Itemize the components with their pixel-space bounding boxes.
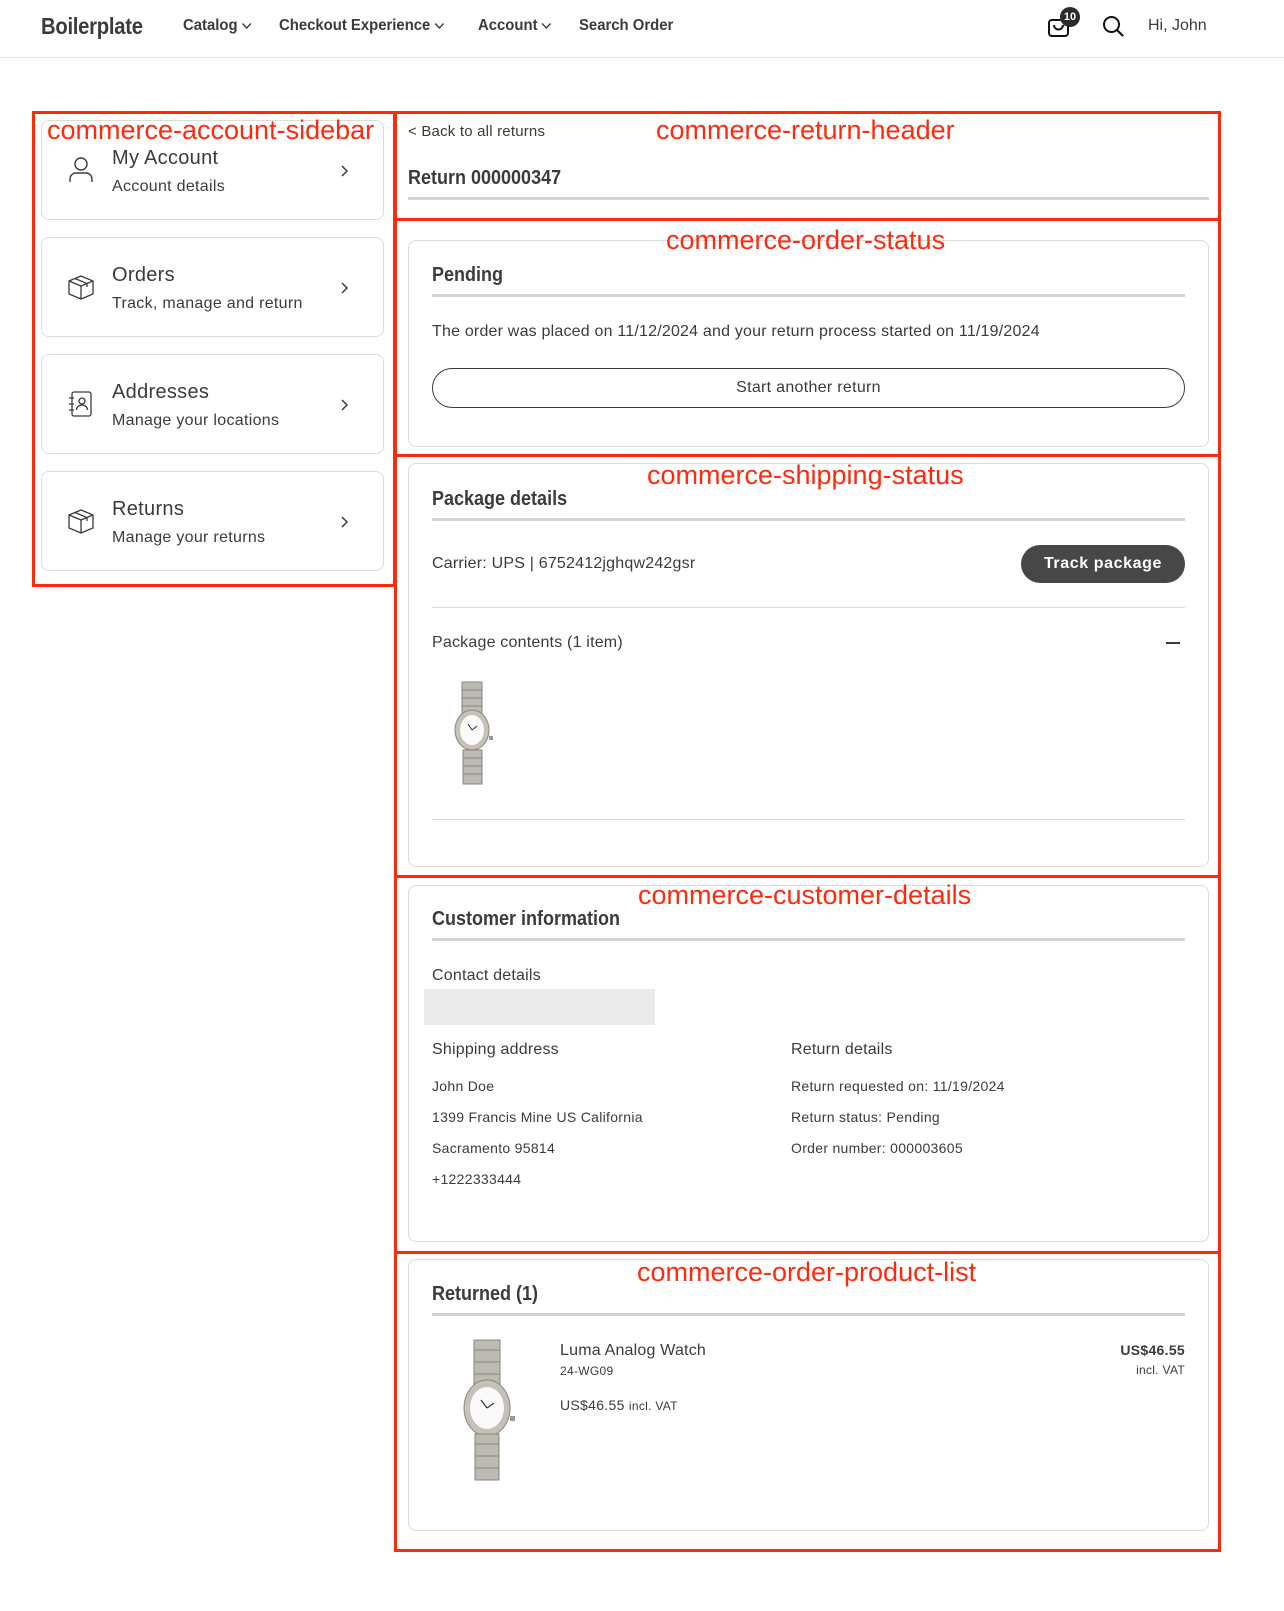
section-divider — [432, 294, 1185, 297]
chevron-right-icon — [341, 165, 349, 177]
divider — [432, 819, 1185, 820]
section-divider — [432, 938, 1185, 941]
contact-details-label: Contact details — [432, 967, 541, 984]
order-status-card — [408, 240, 1209, 447]
user-icon — [69, 157, 93, 182]
sidebar-item-subtitle: Track, manage and return — [112, 295, 303, 312]
chevron-right-icon — [341, 399, 349, 411]
annotation-label: commerce-customer-details — [638, 880, 972, 910]
return-details-line: Order number: 000003605 — [791, 1140, 963, 1156]
product-thumbnail-watch[interactable] — [448, 680, 498, 786]
product-price-value: US$46.55 — [560, 1397, 625, 1413]
sidebar-item-subtitle: Manage your returns — [112, 529, 266, 546]
return-details-label: Return details — [791, 1041, 893, 1058]
return-title: Return 000000347 — [408, 167, 562, 189]
section-divider — [432, 518, 1185, 521]
annotation-label: commerce-account-sidebar — [47, 115, 375, 145]
annotation-label: commerce-shipping-status — [647, 460, 964, 490]
order-status-message: The order was placed on 11/12/2024 and y… — [432, 323, 1040, 340]
annotation-label: commerce-order-product-list — [637, 1257, 977, 1287]
chevron-right-icon — [341, 282, 349, 294]
product-sku: 24-WG09 — [560, 1364, 614, 1378]
sidebar-item-title: Returns — [112, 498, 185, 520]
carrier-tracking-info: Carrier: UPS | 6752412jghqw242gsr — [432, 555, 696, 572]
track-package-button[interactable]: Track package — [1021, 545, 1185, 583]
contact-details-placeholder — [424, 989, 655, 1025]
sidebar-item-title: My Account — [112, 147, 219, 169]
nav-search-order[interactable]: Search Order — [579, 17, 673, 35]
nav-search-order-label: Search Order — [579, 17, 674, 34]
site-header: Boilerplate Catalog Checkout Experience … — [0, 0, 1284, 58]
search-icon[interactable] — [1102, 15, 1124, 37]
divider — [432, 607, 1185, 608]
user-greeting[interactable]: Hi, John — [1148, 17, 1207, 35]
product-total-suffix: incl. VAT — [1136, 1363, 1185, 1377]
product-name[interactable]: Luma Analog Watch — [560, 1342, 706, 1360]
nav-catalog[interactable]: Catalog — [183, 17, 252, 35]
order-status-heading: Pending — [432, 264, 504, 286]
shipping-address-line: +1222333444 — [432, 1171, 522, 1187]
brand-logo[interactable]: Boilerplate — [41, 13, 143, 40]
box-icon — [68, 509, 94, 534]
nav-checkout-experience[interactable]: Checkout Experience — [279, 17, 444, 35]
shipping-address-line: 1399 Francis Mine US California — [432, 1109, 643, 1125]
product-price-suffix: incl. VAT — [628, 1399, 678, 1413]
returned-heading: Returned (1) — [432, 1283, 539, 1305]
return-details-line: Return status: Pending — [791, 1109, 941, 1125]
product-image-watch[interactable] — [460, 1338, 518, 1482]
main-nav: Catalog Checkout Experience Account Sear… — [183, 17, 681, 35]
product-price: US$46.55 incl. VAT — [560, 1397, 678, 1413]
section-divider — [432, 1313, 1185, 1316]
sidebar-item-addresses[interactable]: Addresses Manage your locations — [41, 354, 384, 454]
nav-checkout-label: Checkout Experience — [278, 17, 431, 34]
annotation-label: commerce-order-status — [666, 225, 946, 255]
minus-icon[interactable] — [1166, 642, 1180, 644]
header-divider — [408, 197, 1209, 200]
nav-account-label: Account — [478, 17, 538, 34]
annotation-label: commerce-return-header — [656, 115, 955, 145]
shipping-address-line: Sacramento 95814 — [432, 1140, 556, 1156]
chevron-down-icon — [542, 22, 552, 30]
sidebar-item-title: Addresses — [112, 381, 210, 403]
return-details-line: Return requested on: 11/19/2024 — [791, 1078, 1005, 1094]
sidebar-item-title: Orders — [112, 264, 175, 286]
sidebar-item-orders[interactable]: Orders Track, manage and return — [41, 237, 384, 337]
customer-information-heading: Customer information — [432, 908, 621, 930]
nav-catalog-label: Catalog — [183, 17, 238, 34]
chevron-down-icon — [434, 22, 444, 30]
sidebar-item-subtitle: Account details — [112, 178, 226, 195]
shipping-address-line: John Doe — [432, 1078, 495, 1094]
chevron-down-icon — [241, 22, 252, 30]
address-book-icon — [69, 391, 92, 417]
sidebar-item-returns[interactable]: Returns Manage your returns — [41, 471, 384, 571]
package-details-heading: Package details — [432, 488, 568, 510]
shipping-status-card — [408, 463, 1209, 867]
product-total: US$46.55 — [1120, 1342, 1185, 1358]
chevron-right-icon — [341, 516, 349, 528]
sidebar-item-subtitle: Manage your locations — [112, 412, 280, 429]
start-another-return-button[interactable]: Start another return — [432, 368, 1185, 408]
package-contents-toggle[interactable]: Package contents (1 item) — [432, 634, 623, 652]
box-icon — [68, 275, 94, 300]
back-to-returns-link[interactable]: < Back to all returns — [408, 123, 545, 140]
shipping-address-label: Shipping address — [432, 1041, 559, 1058]
nav-account[interactable]: Account — [478, 17, 552, 35]
cart-count-badge: 10 — [1060, 7, 1080, 27]
